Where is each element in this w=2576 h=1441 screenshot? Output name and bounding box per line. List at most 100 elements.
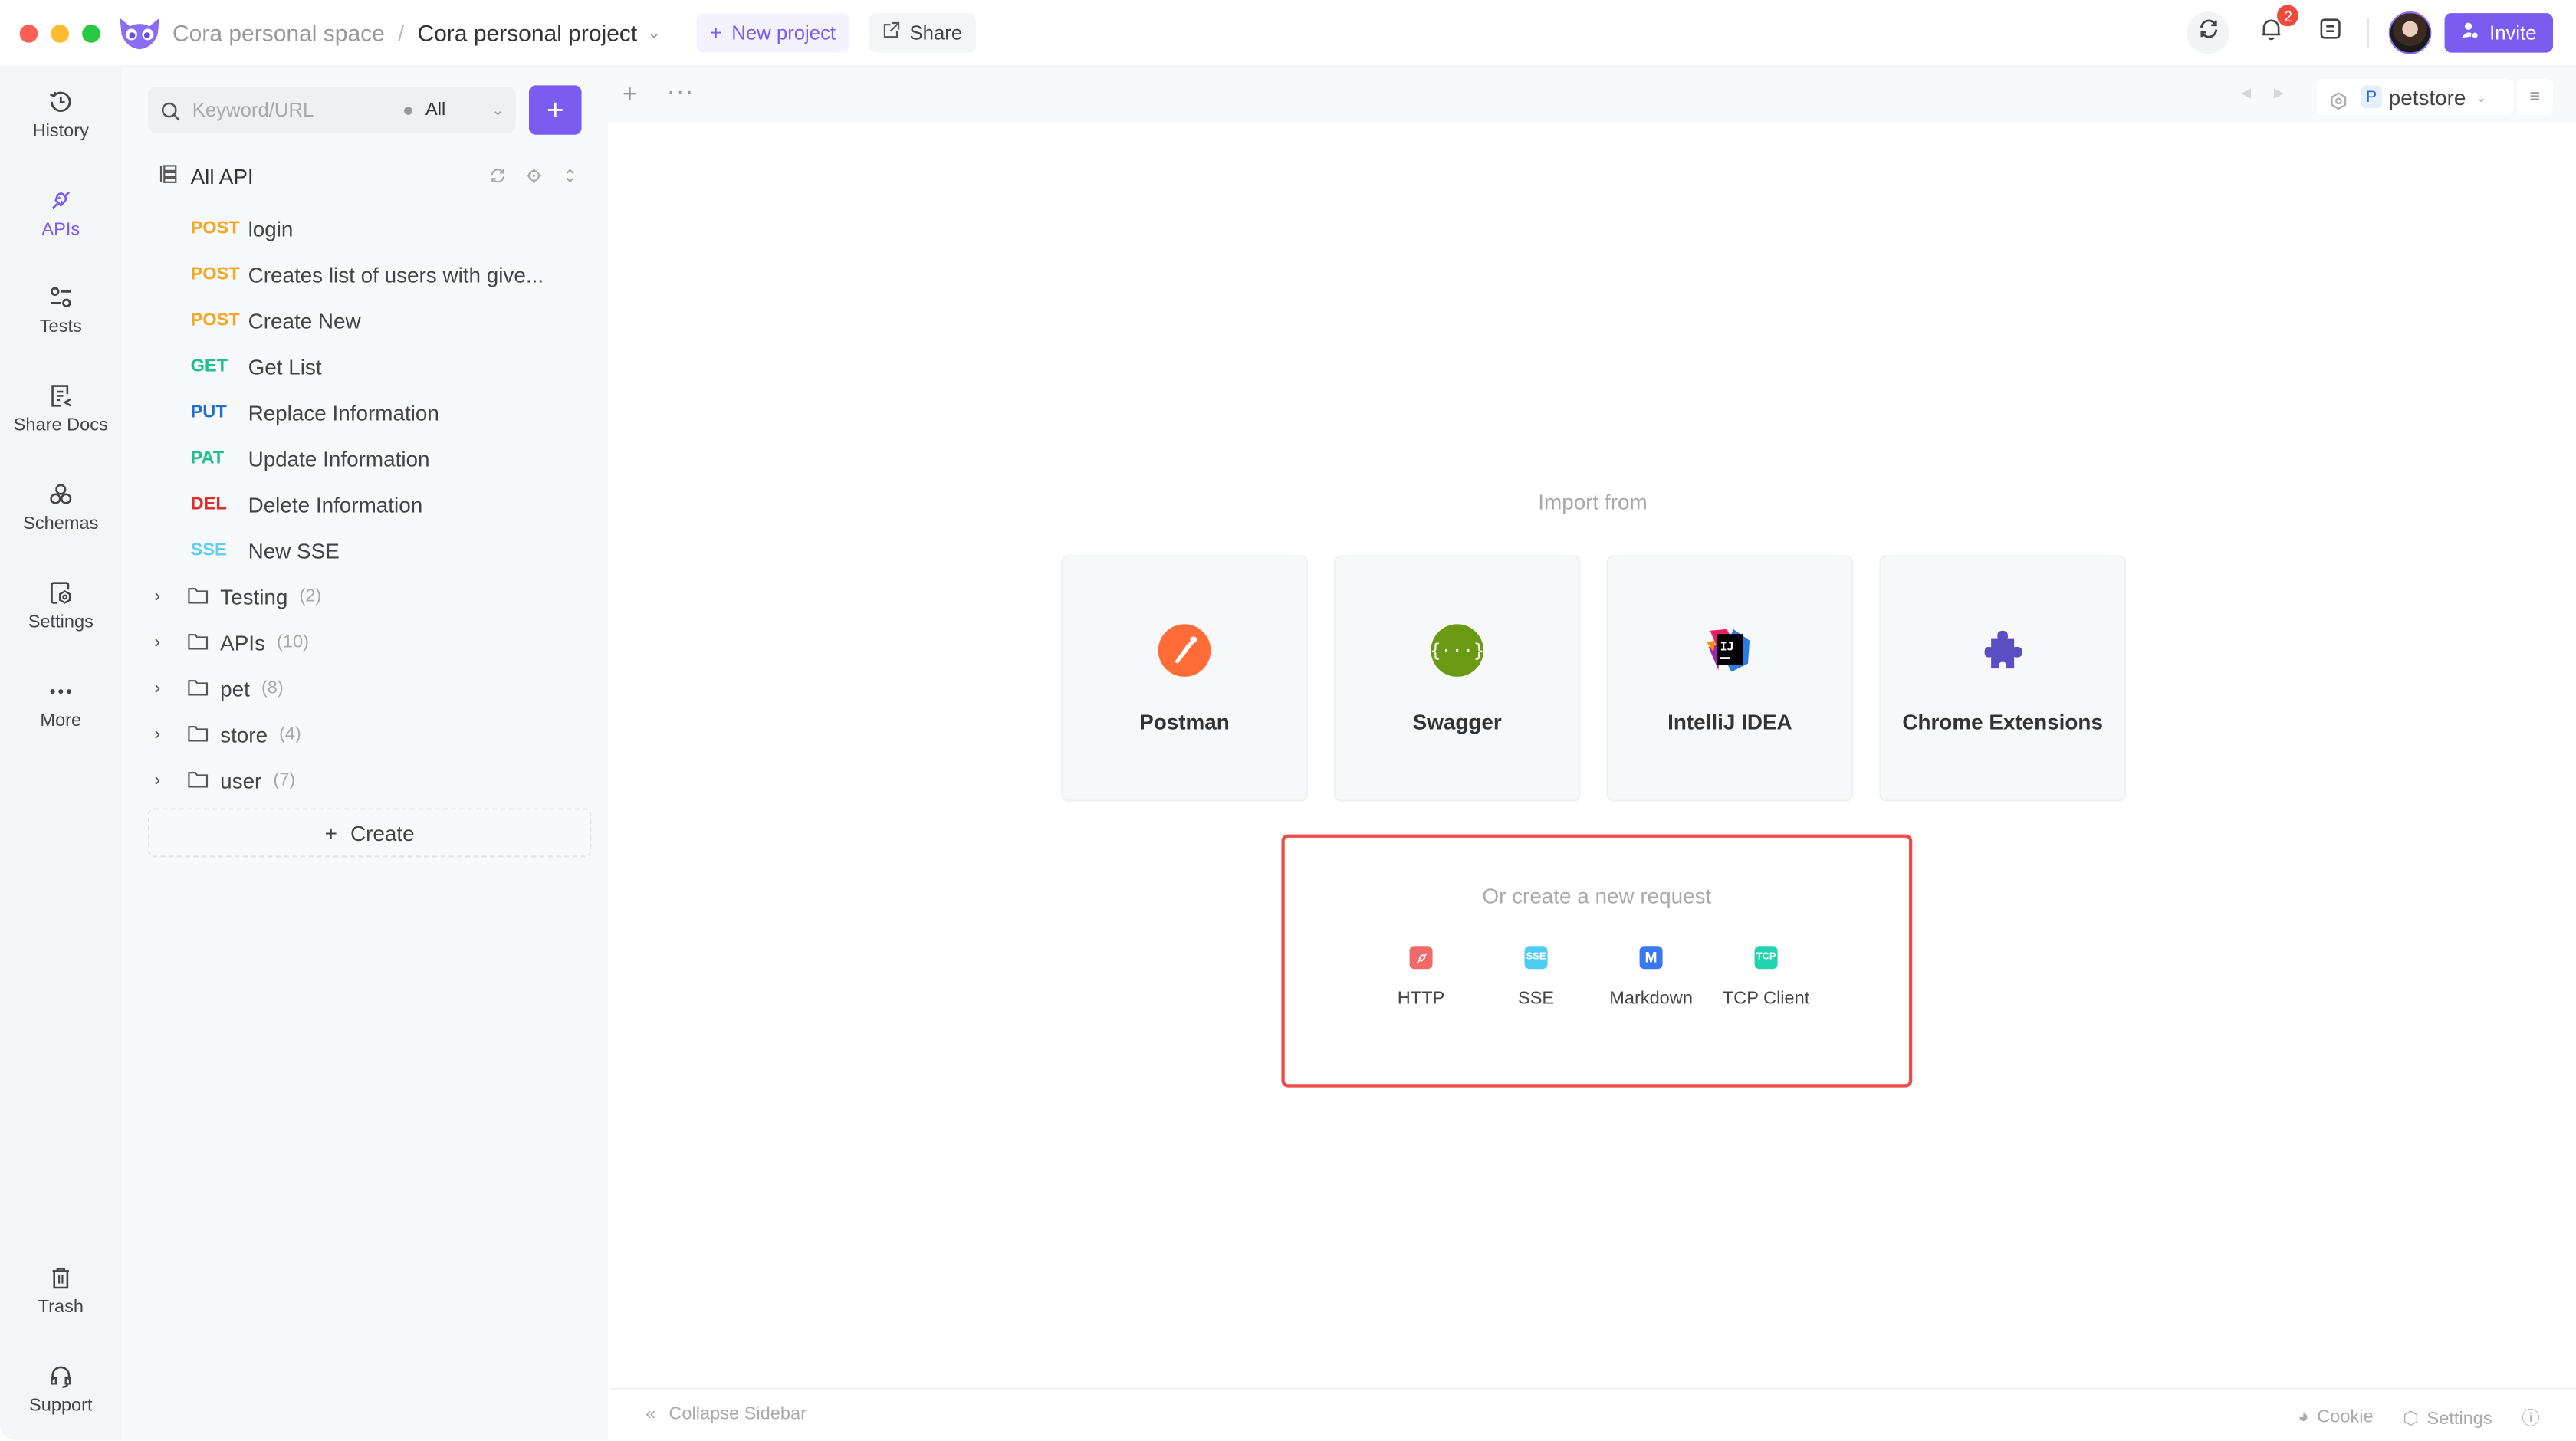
folder-name: store bbox=[220, 721, 268, 747]
chevron-right-icon[interactable]: › bbox=[154, 724, 180, 744]
schemas-icon bbox=[46, 480, 76, 510]
api-request-name: Replace Information bbox=[248, 399, 439, 425]
tab-more-button[interactable]: ··· bbox=[667, 77, 695, 103]
chevron-right-icon[interactable]: › bbox=[154, 770, 180, 790]
create-button[interactable]: + Create bbox=[147, 808, 592, 858]
import-from-label: Import from bbox=[1538, 489, 1648, 514]
folder-item[interactable]: › Testing (2) bbox=[154, 579, 321, 612]
chevron-right-icon[interactable]: › bbox=[154, 678, 180, 698]
api-request-item[interactable]: PAT Update Information bbox=[191, 441, 430, 474]
add-api-button[interactable]: + bbox=[529, 85, 582, 135]
search-bar: All ⌄ bbox=[147, 87, 516, 133]
invite-button[interactable]: Invite bbox=[2445, 13, 2553, 53]
api-request-name: Creates list of users with give... bbox=[248, 261, 544, 287]
new-tab-button[interactable]: + bbox=[623, 80, 637, 108]
plus-icon: + bbox=[547, 93, 564, 126]
environment-badge: P bbox=[2361, 85, 2383, 109]
request-type-label: HTTP bbox=[1397, 989, 1445, 1009]
new-project-button[interactable]: + New project bbox=[697, 13, 849, 53]
notifications-button[interactable]: 2 bbox=[2253, 5, 2299, 51]
maximize-window-button[interactable] bbox=[82, 24, 100, 42]
breadcrumb-space[interactable]: Cora personal space bbox=[172, 20, 385, 46]
settings-button[interactable]: ⬡ Settings bbox=[2403, 1407, 2492, 1429]
api-request-item[interactable]: POST Creates list of users with give... bbox=[191, 258, 544, 290]
rail-label: APIs bbox=[41, 220, 80, 240]
svg-text:IJ: IJ bbox=[1720, 640, 1734, 654]
all-api-root[interactable]: All API bbox=[158, 159, 579, 192]
card-label: IntelliJ IDEA bbox=[1668, 709, 1792, 734]
new-markdown-button[interactable]: M Markdown bbox=[1594, 946, 1709, 1009]
api-request-name: New SSE bbox=[248, 537, 340, 563]
api-request-item[interactable]: DEL Delete Information bbox=[191, 487, 423, 520]
rail-item-history[interactable]: History bbox=[0, 87, 122, 142]
share-button[interactable]: Share bbox=[868, 13, 976, 53]
close-window-button[interactable] bbox=[19, 24, 38, 42]
share-icon bbox=[882, 21, 900, 44]
arrow-left-icon[interactable]: ◀ bbox=[2241, 85, 2251, 100]
puzzle-icon bbox=[1976, 624, 2029, 677]
import-swagger-card[interactable]: {···} Swagger bbox=[1334, 555, 1581, 802]
minimize-window-button[interactable] bbox=[51, 24, 69, 42]
rail-item-tests[interactable]: Tests bbox=[0, 283, 122, 336]
method-badge: DEL bbox=[190, 494, 227, 514]
chevron-right-icon[interactable]: › bbox=[154, 586, 180, 606]
new-tcp-client-button[interactable]: TCP TCP Client bbox=[1709, 946, 1824, 1009]
window-controls bbox=[19, 24, 100, 42]
folder-count: (10) bbox=[277, 632, 309, 652]
folder-name: APIs bbox=[220, 629, 266, 655]
rail-label: Support bbox=[29, 1396, 93, 1416]
folder-icon bbox=[187, 676, 210, 701]
rail-item-schemas[interactable]: Schemas bbox=[0, 480, 122, 533]
api-request-item[interactable]: PUT Replace Information bbox=[191, 396, 439, 428]
plus-icon: + bbox=[324, 820, 337, 845]
changelog-button[interactable] bbox=[2312, 15, 2348, 51]
collapse-sidebar-button[interactable]: « Collapse Sidebar bbox=[646, 1404, 807, 1424]
environment-menu-button[interactable]: ≡ bbox=[2516, 78, 2553, 115]
search-input[interactable] bbox=[189, 97, 393, 123]
folder-name: Testing bbox=[220, 583, 288, 609]
sync-button[interactable] bbox=[2187, 11, 2230, 54]
refresh-icon[interactable] bbox=[490, 163, 506, 188]
chevron-right-icon[interactable]: › bbox=[154, 632, 180, 652]
arrow-right-icon[interactable]: ▶ bbox=[2274, 85, 2284, 100]
import-intellij-card[interactable]: IJ IntelliJ IDEA bbox=[1606, 555, 1854, 802]
folder-count: (2) bbox=[299, 586, 322, 606]
breadcrumb-project[interactable]: Cora personal project bbox=[417, 20, 637, 46]
method-filter-select[interactable]: All ⌄ bbox=[404, 87, 504, 133]
chevron-down-icon: ⌄ bbox=[491, 100, 504, 118]
expand-collapse-icon[interactable] bbox=[562, 163, 578, 188]
chevron-down-icon[interactable]: ⌄ bbox=[647, 24, 661, 42]
rail-item-more[interactable]: More bbox=[0, 677, 122, 731]
import-chrome-extensions-card[interactable]: Chrome Extensions bbox=[1879, 555, 2126, 802]
folder-item[interactable]: › store (4) bbox=[154, 717, 301, 750]
environment-select[interactable]: P petstore ⌄ bbox=[2316, 78, 2514, 115]
user-avatar[interactable] bbox=[2389, 11, 2433, 54]
rail-item-settings[interactable]: Settings bbox=[0, 578, 122, 632]
rail-item-trash[interactable]: Trash bbox=[0, 1263, 122, 1318]
tab-bar: + ··· ◀ ▶ P petstore ⌄ ≡ bbox=[607, 67, 2576, 123]
folder-item[interactable]: › pet (8) bbox=[154, 671, 283, 704]
environment-gear-icon[interactable] bbox=[2330, 88, 2348, 110]
new-sse-request-button[interactable]: SSE SSE bbox=[1479, 946, 1594, 1009]
locate-icon[interactable] bbox=[526, 163, 542, 188]
new-http-request-button[interactable]: HTTP bbox=[1364, 946, 1479, 1009]
rail-item-support[interactable]: Support bbox=[0, 1361, 122, 1416]
search-icon bbox=[161, 100, 181, 121]
rail-item-apis[interactable]: APIs bbox=[0, 185, 122, 240]
cookie-button[interactable]: ◕ Cookie bbox=[2298, 1407, 2373, 1427]
rail-item-share-docs[interactable]: Share Docs bbox=[0, 381, 122, 435]
api-request-item[interactable]: SSE New SSE bbox=[191, 533, 340, 566]
api-request-item[interactable]: GET Get List bbox=[191, 350, 322, 382]
titlebar-actions: 2 Invite bbox=[2187, 0, 2553, 66]
folder-item[interactable]: › APIs (10) bbox=[154, 625, 308, 658]
rail-label: History bbox=[32, 121, 89, 142]
help-button[interactable]: ⓘ bbox=[2522, 1404, 2540, 1430]
http-icon bbox=[1409, 946, 1433, 970]
import-postman-card[interactable]: Postman bbox=[1061, 555, 1308, 802]
menu-icon: ≡ bbox=[2529, 87, 2541, 107]
api-request-item[interactable]: POST Create New bbox=[191, 304, 361, 336]
share-docs-icon bbox=[46, 381, 76, 411]
api-request-item[interactable]: POST login bbox=[191, 212, 294, 245]
owl-logo-icon bbox=[117, 15, 163, 51]
folder-item[interactable]: › user (7) bbox=[154, 763, 295, 796]
